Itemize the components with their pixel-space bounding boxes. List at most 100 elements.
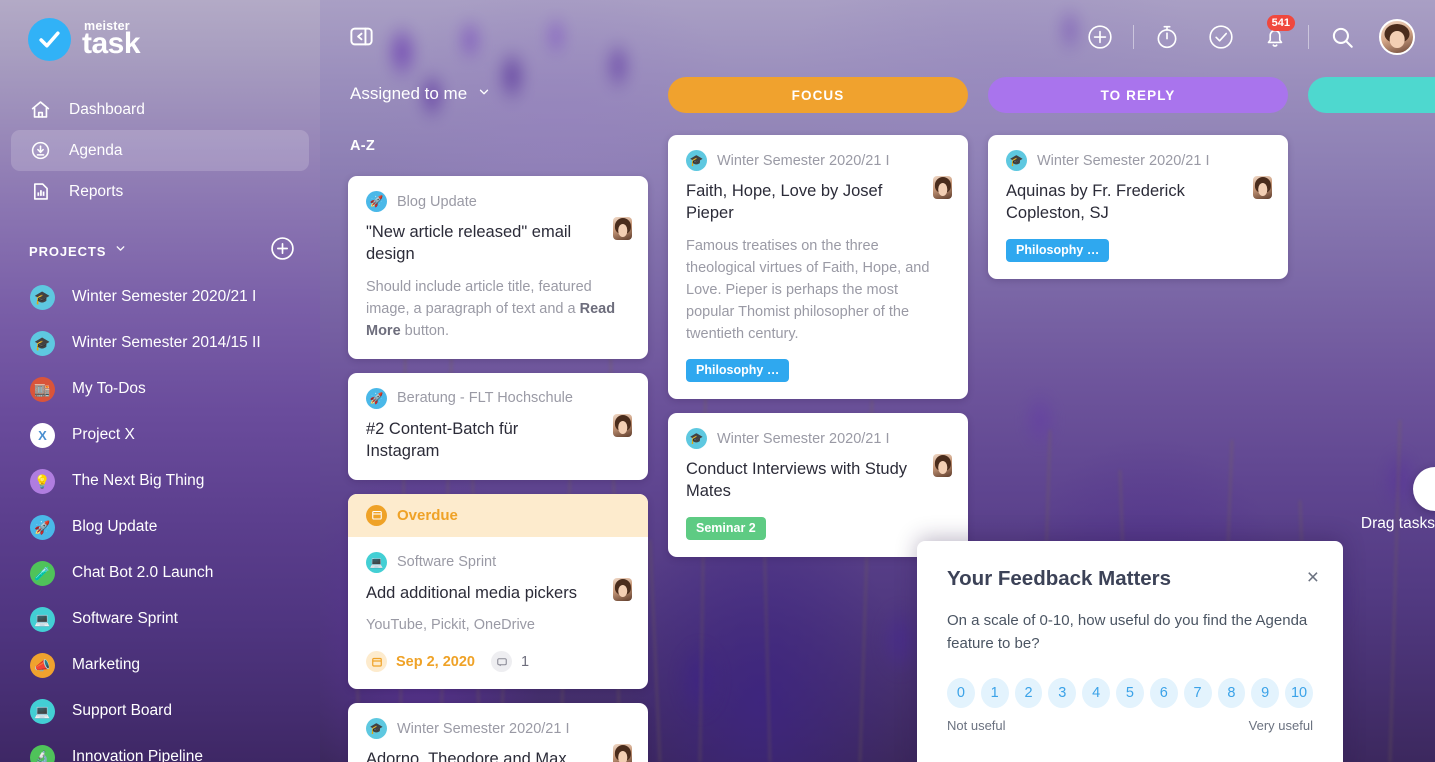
plus-circle-icon[interactable] (1073, 17, 1127, 57)
sidebar-project-item[interactable]: 🏬 My To-Dos (0, 366, 320, 412)
projects-header-label: PROJECTS (29, 243, 107, 259)
task-tag[interactable]: Philosophy … (686, 359, 790, 383)
project-icon: 💻 (366, 551, 387, 573)
task-description: YouTube, Pickit, OneDrive (366, 617, 535, 634)
sidebar-project-item[interactable]: 🔬 Innovation Pipeline (0, 734, 320, 762)
task-assignee-avatar[interactable] (613, 744, 632, 762)
feedback-score-9[interactable]: 9 (1251, 677, 1280, 708)
task-card[interactable]: 🚀 Beratung - FLT Hochschule #2 Content-Bat… (348, 372, 648, 480)
sidebar-project-item[interactable]: 💻 Software Sprint (0, 596, 320, 642)
task-project-name: Blog Update (397, 193, 477, 210)
sidebar-project-item[interactable]: 💡 The Next Big Thing (0, 458, 320, 504)
bell-icon[interactable]: 541 (1248, 15, 1302, 57)
scale-label-low: Not useful (947, 717, 1006, 733)
task-title: Aquinas by Fr. Frederick Copleston, SJ (1006, 182, 1185, 223)
sort-label[interactable]: A-Z (348, 138, 648, 154)
app-logo[interactable]: meister task (0, 0, 320, 61)
feedback-score-0[interactable]: 0 (947, 677, 975, 708)
projects-header[interactable]: PROJECTS (0, 234, 320, 268)
task-tag[interactable]: Seminar 2 (686, 516, 766, 540)
collapse-panel-icon[interactable] (348, 23, 375, 50)
task-project-row: 🎓 Winter Semester 2020/21 I (1006, 150, 1270, 171)
feedback-score-8[interactable]: 8 (1217, 677, 1246, 708)
calendar-icon (366, 651, 387, 673)
sidebar-project-item[interactable]: 📣 Marketing (0, 642, 320, 688)
task-assignee-avatar[interactable] (613, 217, 632, 240)
task-card[interactable]: 🚀 Blog Update "New article released" email… (348, 176, 648, 359)
feedback-score-10[interactable]: 10 (1285, 677, 1313, 708)
assigned-filter-label: Assigned to me (350, 84, 468, 103)
sidebar-project-item[interactable]: 🚀 Blog Update (0, 504, 320, 550)
column-pill-upcoming[interactable]: UP (1308, 77, 1435, 113)
close-icon[interactable]: × (1307, 567, 1319, 588)
task-card-body: 🎓 Winter Semester 2020/21 I Aquinas by Fr.… (988, 135, 1288, 279)
project-icon: 🎓 (686, 150, 707, 171)
top-bar: 541 (320, 0, 1435, 72)
task-card-body: 🚀 Blog Update "New article released" email… (348, 176, 648, 359)
task-card[interactable]: 🎓 Winter Semester 2020/21 I Adorno, Theodo… (348, 703, 648, 762)
task-description: Should include article title, featured i… (366, 278, 616, 339)
assigned-filter-dropdown[interactable]: Assigned to me (348, 72, 648, 116)
drag-handle-circle[interactable] (1413, 467, 1435, 511)
feedback-score-6[interactable]: 6 (1149, 677, 1178, 708)
sidebar-project-item[interactable]: 🎓 Winter Semester 2020/21 I (0, 274, 320, 320)
task-assignee-avatar[interactable] (933, 176, 952, 199)
column-upcoming: UP (1308, 72, 1435, 113)
column-pill-focus[interactable]: FOCUS (668, 77, 968, 113)
feedback-title: Your Feedback Matters (947, 567, 1172, 590)
sidebar-item-agenda[interactable]: Agenda (11, 130, 309, 171)
feedback-score-4[interactable]: 4 (1082, 677, 1111, 708)
project-list: 🎓 Winter Semester 2020/21 I 🎓 Winter Semest… (0, 274, 320, 762)
feedback-survey-popup: Your Feedback Matters × On a scale of 0-… (917, 541, 1343, 762)
user-avatar[interactable] (1379, 19, 1415, 55)
sidebar-project-item[interactable]: 💻 Support Board (0, 688, 320, 734)
sidebar: meister task Dashboard Agenda Reports PR… (0, 0, 320, 762)
task-assignee-avatar[interactable] (613, 413, 632, 437)
feedback-score-1[interactable]: 1 (980, 677, 1009, 708)
project-label: Support Board (72, 702, 172, 719)
sidebar-project-item[interactable]: 🧪 Chat Bot 2.0 Launch (0, 550, 320, 596)
checkmark-logo-icon (28, 18, 71, 61)
task-card[interactable]: 🎓 Winter Semester 2020/21 I Conduct Interv… (668, 413, 968, 557)
project-icon: 💡 (30, 468, 55, 494)
project-label: Blog Update (72, 518, 158, 535)
feedback-score-7[interactable]: 7 (1183, 677, 1212, 708)
feedback-score-5[interactable]: 5 (1116, 677, 1144, 708)
task-project-row: 🚀 Blog Update (366, 191, 630, 212)
task-comment-count: 1 (521, 653, 530, 670)
task-assignee-avatar[interactable] (613, 577, 632, 601)
home-icon (29, 99, 51, 121)
task-assignee-avatar[interactable] (933, 454, 952, 478)
project-icon: 🔬 (30, 744, 55, 762)
feedback-scale-labels: Not useful Very useful (947, 718, 1313, 733)
task-tag[interactable]: Philosophy … (1006, 238, 1110, 262)
task-project-name: Beratung - FLT Hochschule (397, 390, 573, 407)
feedback-score-2[interactable]: 2 (1014, 677, 1043, 708)
task-card[interactable]: Overdue 💻 Software Sprint Add additional me… (348, 493, 648, 690)
project-icon: 🎓 (1006, 150, 1027, 171)
add-project-button[interactable] (270, 236, 295, 266)
sidebar-item-dashboard[interactable]: Dashboard (11, 89, 309, 130)
sidebar-project-item[interactable]: X Project X (0, 412, 320, 458)
logo-task-text: task (82, 27, 141, 61)
feedback-score-3[interactable]: 3 (1048, 677, 1077, 708)
focus-card-list: 🎓 Winter Semester 2020/21 I Faith, Hope, L… (668, 135, 968, 557)
column-pill-to-reply[interactable]: TO REPLY (988, 77, 1288, 113)
main-navigation: Dashboard Agenda Reports (0, 89, 320, 212)
chevron-down-icon[interactable] (114, 242, 127, 260)
task-card[interactable]: 🎓 Winter Semester 2020/21 I Faith, Hope, L… (668, 135, 968, 400)
check-circle-icon[interactable] (1194, 17, 1248, 57)
sidebar-project-item[interactable]: 🎓 Winter Semester 2014/15 II (0, 320, 320, 366)
task-card[interactable]: 🎓 Winter Semester 2020/21 I Aquinas by Fr.… (988, 135, 1288, 279)
task-card-body: 🚀 Beratung - FLT Hochschule #2 Content-Bat… (348, 373, 648, 480)
timer-icon[interactable] (1140, 17, 1194, 57)
comment-icon (491, 651, 512, 673)
task-assignee-avatar[interactable] (1253, 176, 1272, 199)
overdue-banner: Overdue (348, 493, 648, 537)
divider (1133, 25, 1134, 49)
search-icon[interactable] (1315, 17, 1369, 57)
task-card-body: 🎓 Winter Semester 2020/21 I Conduct Interv… (668, 413, 968, 557)
sidebar-item-reports[interactable]: Reports (11, 171, 309, 212)
project-icon: 🚀 (30, 514, 55, 540)
scale-label-high: Very useful (1248, 717, 1313, 733)
